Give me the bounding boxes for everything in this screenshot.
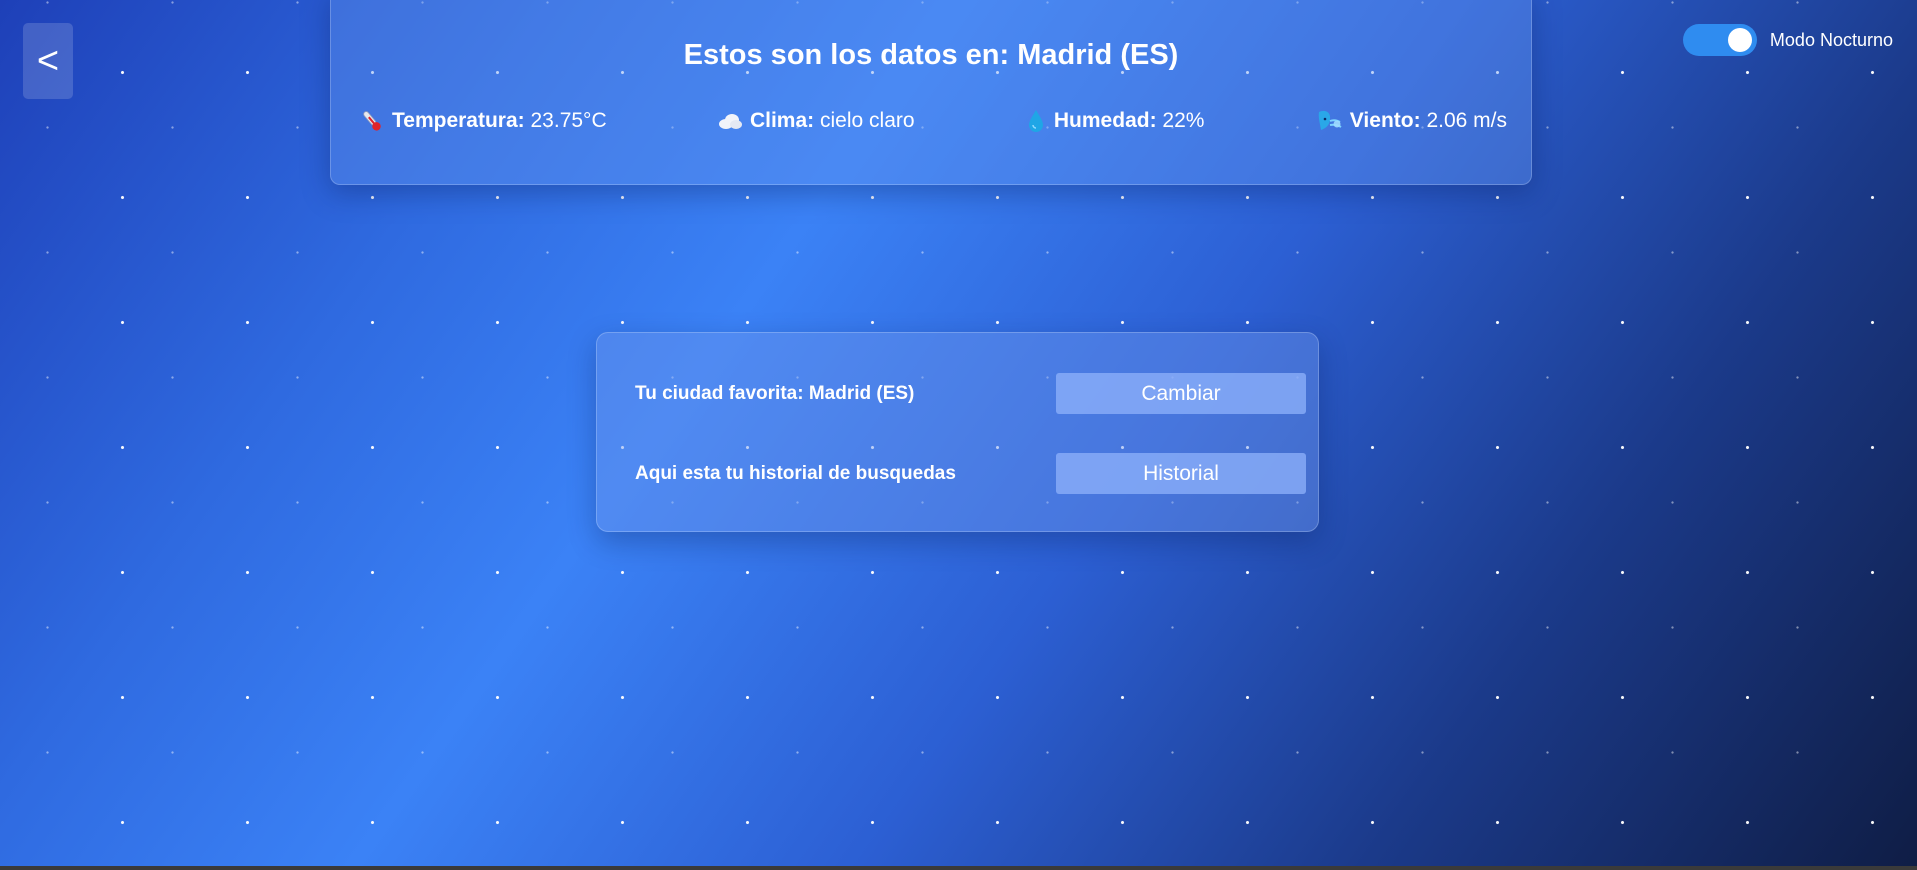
wind-metric: Viento: 2.06 m/s	[1315, 108, 1507, 134]
history-button[interactable]: Historial	[1056, 453, 1306, 494]
cloud-icon	[717, 111, 743, 131]
weather-metrics: Temperatura: 23.75°C Clima: cielo claro	[359, 108, 1507, 134]
humidity-value: 22%	[1162, 109, 1205, 132]
weather-title: Estos son los datos en: Madrid (ES)	[683, 39, 1179, 71]
night-mode-switch[interactable]	[1682, 24, 1757, 56]
settings-card: Tu ciudad favorita: Madrid (ES) Cambiar …	[596, 332, 1319, 532]
climate-value: cielo claro	[820, 109, 915, 132]
climate-label: Clima:	[749, 109, 815, 132]
history-row: Aqui esta tu historial de busquedas Hist…	[635, 453, 1306, 494]
favorite-city-text: Tu ciudad favorita: Madrid (ES)	[635, 382, 915, 404]
temperature-metric: Temperatura: 23.75°C	[359, 108, 607, 134]
thermometer-icon	[359, 108, 385, 134]
temperature-label: Temperatura:	[392, 109, 525, 132]
wind-value: 2.06 m/s	[1426, 109, 1507, 132]
switch-knob	[1727, 28, 1752, 52]
weather-panel: Estos son los datos en: Madrid (ES) Temp…	[330, 0, 1532, 185]
night-mode-toggle: Modo Nocturno	[1682, 24, 1893, 56]
back-button[interactable]: <	[23, 23, 73, 99]
bottom-edge-bar	[0, 866, 1917, 870]
night-mode-label: Modo Nocturno	[1769, 29, 1893, 50]
history-text: Aqui esta tu historial de busquedas	[635, 462, 956, 484]
wind-face-icon	[1315, 108, 1343, 134]
humidity-metric: Humedad: 22%	[1025, 108, 1205, 134]
water-drop-icon	[1025, 108, 1047, 134]
humidity-label: Humedad:	[1053, 109, 1157, 132]
change-city-button[interactable]: Cambiar	[1056, 373, 1306, 414]
wind-label: Viento:	[1349, 109, 1421, 132]
climate-metric: Clima: cielo claro	[717, 109, 915, 133]
temperature-value: 23.75°C	[530, 109, 607, 132]
favorite-city-row: Tu ciudad favorita: Madrid (ES) Cambiar	[635, 373, 1306, 414]
